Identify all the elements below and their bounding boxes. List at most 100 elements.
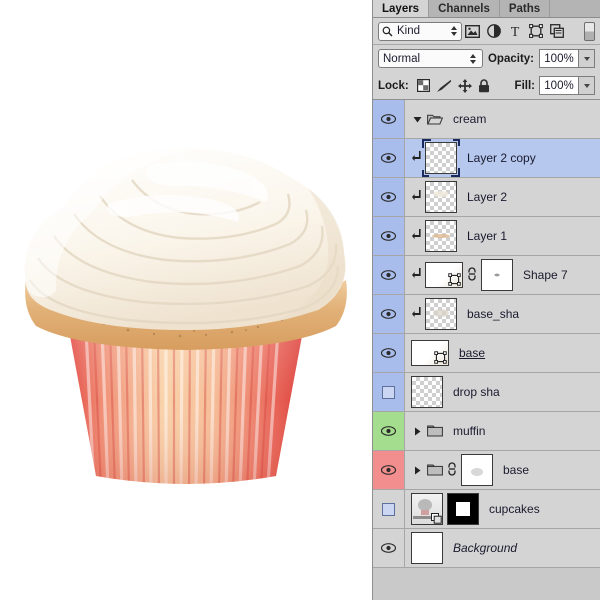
chain-link-icon — [447, 462, 457, 476]
visibility-eye-icon[interactable] — [381, 543, 396, 553]
search-icon — [382, 26, 393, 37]
layer-row[interactable]: Shape 7 — [373, 256, 600, 295]
visibility-eye-icon[interactable] — [381, 465, 396, 475]
blend-mode-value: Normal — [383, 53, 469, 65]
visibility-cell[interactable] — [373, 529, 405, 567]
adjustment-layer-filter-icon[interactable] — [483, 21, 504, 42]
layer-thumbnail[interactable] — [411, 340, 449, 366]
layer-row-body[interactable]: Background — [405, 529, 600, 567]
blend-mode-stepper[interactable] — [469, 54, 478, 64]
filter-kind-stepper[interactable] — [449, 26, 458, 36]
layer-thumbnail[interactable] — [425, 298, 457, 330]
vector-mask-thumbnail[interactable] — [481, 259, 513, 291]
layer-row-body[interactable]: Shape 7 — [405, 256, 600, 294]
layer-thumbnail[interactable] — [425, 181, 457, 213]
layer-row[interactable]: base — [373, 334, 600, 373]
layer-row-body[interactable]: Layer 1 — [405, 217, 600, 255]
layer-list-empty-area — [373, 568, 600, 600]
visibility-cell[interactable] — [373, 490, 405, 528]
tab-bar-filler — [550, 0, 600, 17]
layer-thumbnail[interactable] — [411, 493, 443, 525]
layer-name-label: base — [503, 463, 529, 477]
layer-mask-thumbnail[interactable] — [461, 454, 493, 486]
layer-name-label: cream — [453, 112, 486, 126]
layer-row-body[interactable]: base_sha — [405, 295, 600, 333]
visibility-cell[interactable] — [373, 178, 405, 216]
fill-dropdown-arrow[interactable] — [579, 76, 595, 95]
layer-link-icon[interactable] — [447, 462, 457, 479]
layer-row[interactable]: base_sha — [373, 295, 600, 334]
lock-image-pixels-icon[interactable] — [436, 79, 452, 93]
disclosure-triangle-closed[interactable] — [411, 427, 423, 436]
layer-row-body[interactable]: base — [405, 334, 600, 372]
visibility-cell[interactable] — [373, 139, 405, 177]
layer-thumbnail[interactable] — [411, 376, 443, 408]
tab-layers[interactable]: Layers — [373, 0, 429, 17]
lock-position-icon[interactable] — [458, 79, 472, 93]
visibility-eye-icon[interactable] — [381, 153, 396, 163]
pixel-layer-filter-icon[interactable] — [462, 21, 483, 42]
visibility-cell[interactable] — [373, 100, 405, 138]
shape-layer-filter-icon[interactable] — [525, 21, 546, 42]
visibility-toggle-off[interactable] — [382, 503, 395, 516]
visibility-cell[interactable] — [373, 334, 405, 372]
layer-row[interactable]: cream — [373, 100, 600, 139]
fill-input[interactable]: 100% — [539, 76, 579, 95]
visibility-eye-icon[interactable] — [381, 231, 396, 241]
blend-mode-dropdown[interactable]: Normal — [378, 49, 483, 68]
filter-enable-toggle[interactable] — [584, 22, 595, 41]
layer-row[interactable]: muffin — [373, 412, 600, 451]
layer-thumbnail[interactable] — [425, 142, 457, 174]
layer-link-icon[interactable] — [467, 267, 477, 284]
visibility-cell[interactable] — [373, 451, 405, 489]
tab-channels[interactable]: Channels — [429, 0, 500, 17]
tab-paths[interactable]: Paths — [500, 0, 550, 17]
layer-row[interactable]: Background — [373, 529, 600, 568]
layer-mask-thumbnail[interactable] — [447, 493, 479, 525]
visibility-cell[interactable] — [373, 373, 405, 411]
visibility-eye-icon[interactable] — [381, 114, 396, 124]
visibility-cell[interactable] — [373, 295, 405, 333]
visibility-cell[interactable] — [373, 217, 405, 255]
visibility-cell[interactable] — [373, 412, 405, 450]
filter-kind-dropdown[interactable]: Kind — [378, 22, 462, 41]
layer-row-body[interactable]: Layer 2 copy — [405, 139, 600, 177]
layer-row-body[interactable]: cupcakes — [405, 490, 600, 528]
lock-label: Lock: — [378, 80, 409, 92]
visibility-eye-icon[interactable] — [381, 192, 396, 202]
layer-row[interactable]: drop sha — [373, 373, 600, 412]
disclosure-triangle-open[interactable] — [411, 115, 423, 124]
disclosure-triangle-closed[interactable] — [411, 466, 423, 475]
lock-all-icon[interactable] — [478, 79, 490, 93]
visibility-cell[interactable] — [373, 256, 405, 294]
visibility-toggle-off[interactable] — [382, 386, 395, 399]
layer-row[interactable]: Layer 2 copy — [373, 139, 600, 178]
opacity-input[interactable]: 100% — [539, 49, 579, 68]
layer-row-body[interactable]: base — [405, 451, 600, 489]
visibility-eye-icon[interactable] — [381, 348, 396, 358]
layer-row[interactable]: Layer 2 — [373, 178, 600, 217]
chain-link-icon — [467, 267, 477, 281]
layer-thumbnail[interactable] — [425, 262, 463, 288]
layer-thumbnail[interactable] — [411, 532, 443, 564]
photoshop-window: Layers Channels Paths Kind — [0, 0, 600, 600]
layer-row[interactable]: cupcakes — [373, 490, 600, 529]
layer-row-body[interactable]: muffin — [405, 412, 600, 450]
visibility-eye-icon[interactable] — [381, 309, 396, 319]
blend-mode-row: Normal Opacity: 100% — [373, 45, 600, 72]
layer-list[interactable]: creamLayer 2 copyLayer 2Layer 1Shape 7ba… — [373, 100, 600, 568]
layer-thumbnail-wrapper — [425, 220, 457, 252]
lock-transparent-pixels-icon[interactable] — [417, 79, 430, 92]
layer-row[interactable]: Layer 1 — [373, 217, 600, 256]
layer-row-body[interactable]: Layer 2 — [405, 178, 600, 216]
canvas-area[interactable] — [0, 0, 372, 600]
layer-thumbnail[interactable] — [425, 220, 457, 252]
type-layer-filter-icon[interactable]: T — [504, 21, 525, 42]
visibility-eye-icon[interactable] — [381, 426, 396, 436]
visibility-eye-icon[interactable] — [381, 270, 396, 280]
smart-object-filter-icon[interactable] — [546, 21, 567, 42]
layer-row-body[interactable]: drop sha — [405, 373, 600, 411]
opacity-dropdown-arrow[interactable] — [579, 49, 595, 68]
layer-row-body[interactable]: cream — [405, 100, 600, 138]
layer-row[interactable]: base — [373, 451, 600, 490]
